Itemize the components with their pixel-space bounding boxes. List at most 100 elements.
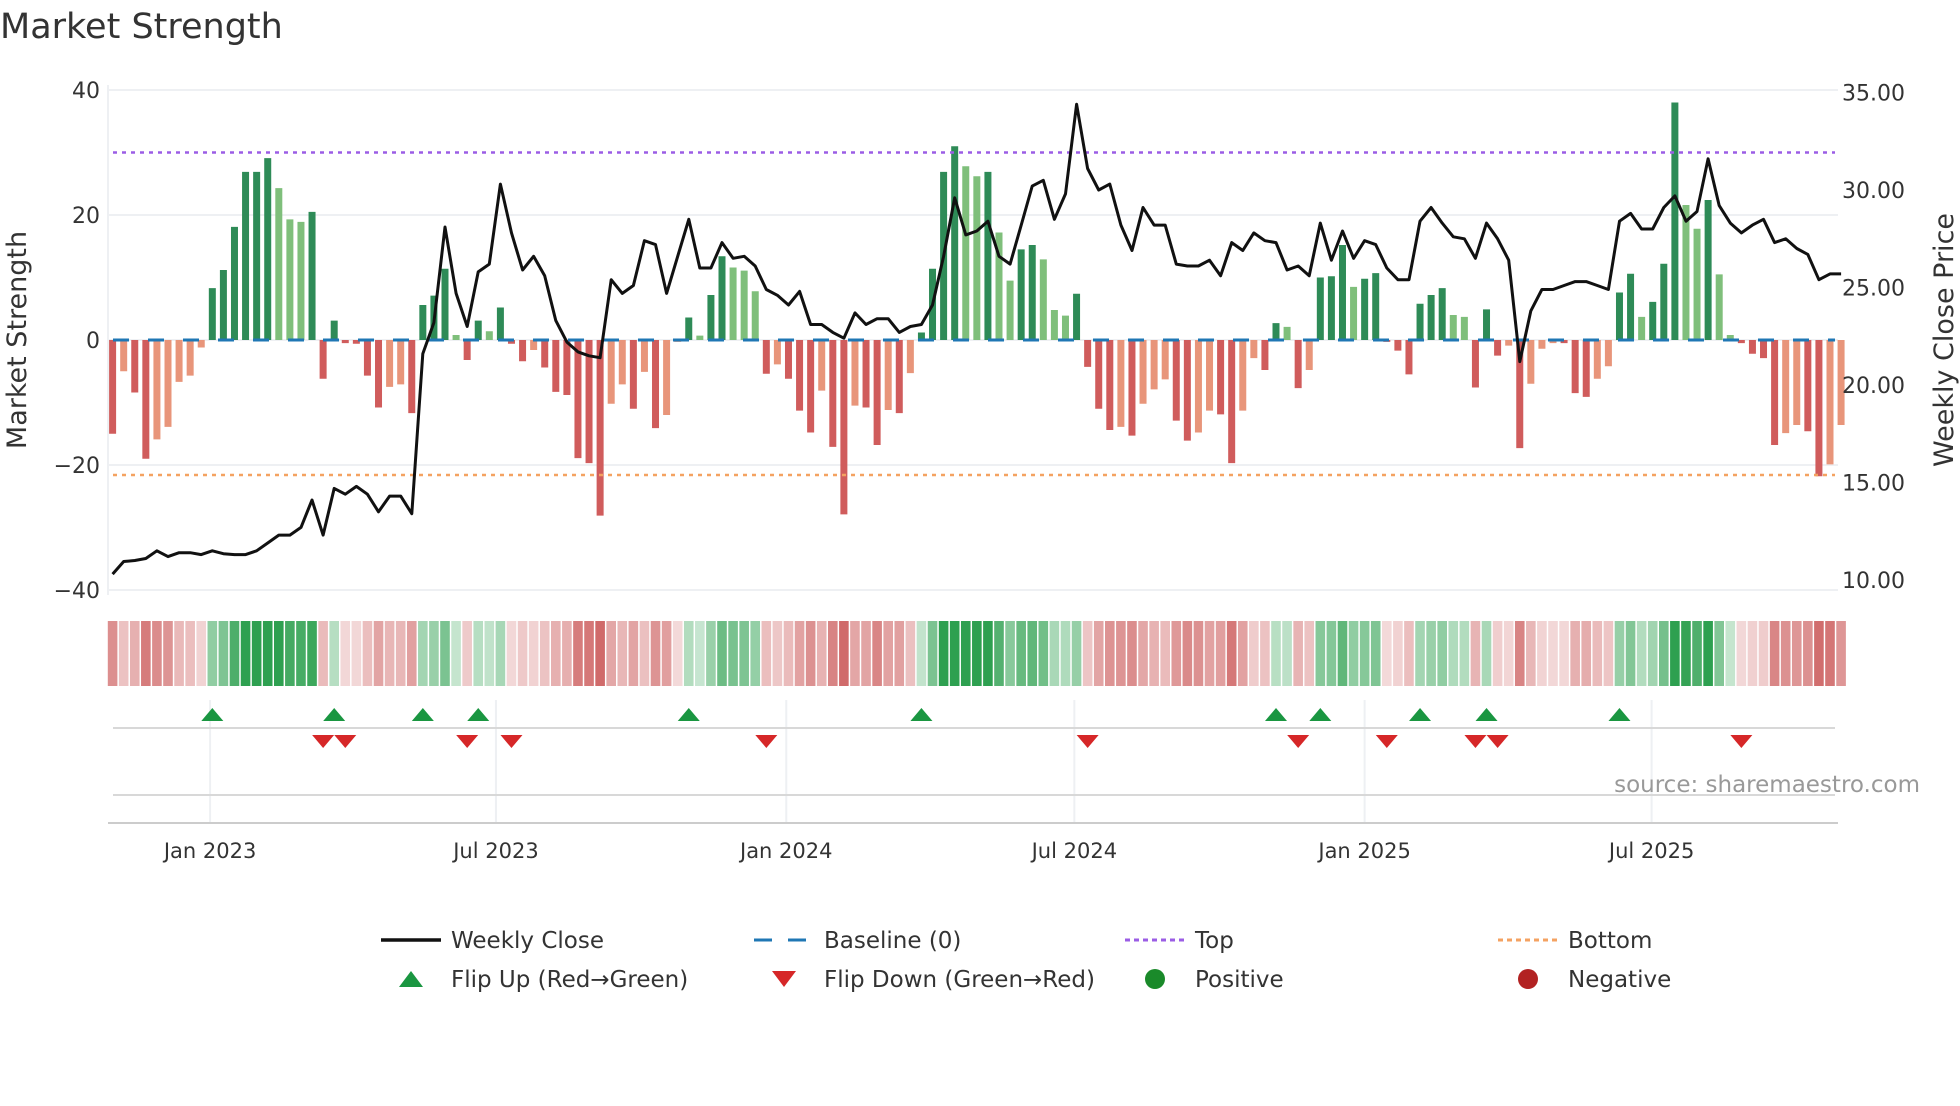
heat-cell	[839, 621, 849, 686]
strength-bar	[485, 331, 493, 340]
heat-cell	[706, 621, 716, 686]
heat-cell	[1514, 621, 1525, 686]
strength-bar	[1804, 340, 1812, 432]
heat-cell	[1714, 621, 1724, 686]
heat-cell	[1559, 621, 1569, 686]
heat-cell	[1659, 621, 1669, 686]
heat-cell	[506, 621, 517, 686]
heat-cell	[573, 621, 583, 686]
strength-bar	[1183, 340, 1191, 441]
strength-bar	[519, 340, 527, 362]
heat-cell	[683, 621, 694, 686]
strength-bar	[962, 166, 970, 340]
heat-cell	[1814, 621, 1824, 686]
strength-bar	[419, 305, 427, 340]
strength-bar	[441, 268, 449, 340]
heat-cell	[1758, 621, 1769, 686]
strength-bar	[1050, 310, 1058, 340]
strength-bar	[1272, 323, 1280, 340]
y-tick-label: 0	[86, 329, 100, 354]
heat-cell	[1393, 621, 1403, 686]
heat-cell	[695, 621, 705, 686]
strength-bar	[629, 340, 637, 409]
strength-bar	[1527, 340, 1535, 384]
strength-bar	[773, 340, 781, 365]
heat-cell	[628, 621, 639, 686]
strength-bar	[1095, 340, 1103, 409]
heat-cell	[318, 621, 328, 686]
strength-bar	[1704, 200, 1712, 340]
strength-bar	[1748, 340, 1756, 354]
strength-bar	[397, 340, 405, 385]
y-tick-label: 40	[72, 79, 100, 104]
x-ticks: Jan 2023 Jul 2023 Jan 2024 Jul 2024 Jan 2025…	[162, 839, 1694, 863]
legend-label: Weekly Close	[451, 928, 604, 954]
strength-bar	[1416, 303, 1424, 340]
source-label: source: sharemaestro.com	[1614, 772, 1920, 798]
heat-cell	[262, 621, 273, 686]
heat-cell	[1647, 621, 1658, 686]
strength-bar	[1505, 340, 1513, 346]
flip-down-marker	[312, 735, 335, 748]
flip-down-marker	[456, 735, 479, 748]
heat-cell	[883, 621, 893, 686]
x-tick-label: Jul 2024	[1030, 839, 1117, 863]
strength-bar	[1316, 277, 1324, 340]
flip-up-marker	[1475, 708, 1498, 721]
heat-cell	[307, 621, 317, 686]
y-tick-label: −40	[54, 579, 100, 604]
heat-cell	[1481, 621, 1492, 686]
heat-cell	[229, 621, 240, 686]
strength-bar	[1361, 278, 1369, 340]
heat-cell	[1426, 621, 1436, 686]
flip-down-marker	[1076, 735, 1099, 748]
heat-cell	[462, 621, 472, 686]
heat-cell	[1636, 621, 1647, 686]
strength-bar	[873, 340, 881, 445]
strength-bar	[319, 340, 327, 379]
heat-cell	[861, 621, 871, 686]
heat-cell	[1071, 621, 1082, 686]
strength-bar	[131, 340, 139, 393]
heat-cell	[1182, 621, 1193, 686]
strength-bar	[862, 340, 870, 408]
strength-bar	[1305, 340, 1313, 370]
heat-cell	[1082, 621, 1093, 686]
heat-cell	[163, 621, 173, 686]
strength-bar	[363, 340, 371, 376]
strength-bar	[297, 221, 305, 340]
heat-cell	[484, 621, 495, 686]
heat-cell	[1160, 621, 1170, 686]
heat-cell	[1237, 621, 1248, 686]
heat-cell	[717, 621, 727, 686]
heat-cell	[595, 621, 605, 686]
heat-cell	[429, 621, 439, 686]
strength-bar	[474, 320, 482, 340]
heat-cell	[1049, 621, 1060, 686]
strength-bar	[275, 188, 283, 340]
y2-axis-label: Weekly Close Price	[1929, 213, 1960, 467]
strength-bar	[1638, 316, 1646, 340]
legend: Weekly Close Baseline (0) Top Bottom Flip Up…	[381, 928, 1671, 993]
strength-bar	[375, 340, 383, 408]
strength-bar	[1438, 288, 1446, 340]
heat-cell	[1791, 621, 1802, 686]
strength-bar	[1427, 295, 1435, 340]
strength-bar	[1017, 249, 1025, 340]
heat-cell	[1803, 621, 1813, 686]
strength-bar	[973, 176, 981, 340]
strength-bar	[1449, 315, 1457, 340]
heat-cell	[661, 621, 672, 686]
heat-cell	[828, 621, 838, 686]
heat-cell	[872, 621, 882, 686]
strength-bar	[740, 270, 748, 340]
heat-cell	[650, 621, 661, 686]
chart-title: Market Strength	[0, 7, 283, 47]
heat-cell	[1825, 621, 1835, 686]
strength-bar	[1061, 315, 1069, 340]
heat-cell	[606, 621, 616, 686]
x-tick-label: Jan 2023	[162, 839, 257, 863]
strength-bar	[308, 211, 316, 340]
legend-triangle-down-icon	[772, 971, 796, 987]
heat-cell	[1437, 621, 1447, 686]
